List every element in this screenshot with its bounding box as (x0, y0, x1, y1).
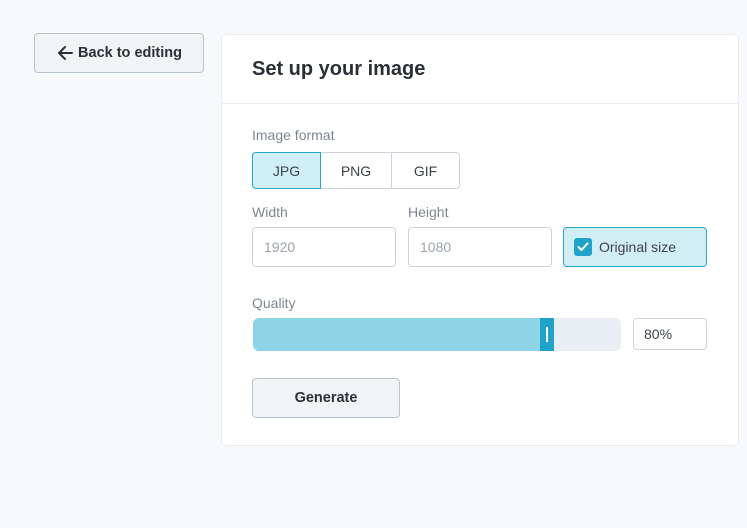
quality-slider[interactable] (253, 318, 621, 351)
format-option-jpg[interactable]: JPG (252, 152, 321, 189)
image-format-selector: JPG PNG GIF (252, 152, 460, 189)
width-input[interactable]: 1920 (252, 227, 396, 267)
format-option-png[interactable]: PNG (320, 152, 392, 189)
original-size-toggle[interactable]: Original size (563, 227, 707, 267)
width-label: Width (252, 204, 288, 220)
height-input[interactable]: 1080 (408, 227, 552, 267)
setup-panel: Set up your image Image format JPG PNG G… (221, 34, 739, 446)
image-format-label: Image format (252, 127, 335, 143)
quality-label: Quality (252, 295, 296, 311)
check-icon[interactable] (574, 238, 592, 256)
panel-title: Set up your image (252, 57, 426, 80)
height-label: Height (408, 204, 449, 220)
quality-slider-thumb[interactable] (540, 318, 555, 351)
format-option-gif[interactable]: GIF (391, 152, 460, 189)
arrow-left-icon (56, 44, 74, 62)
original-size-label: Original size (599, 239, 677, 255)
generate-button[interactable]: Generate (252, 378, 400, 418)
back-to-editing-label: Back to editing (78, 45, 182, 61)
panel-header: Set up your image (222, 35, 738, 104)
back-to-editing-button[interactable]: Back to editing (34, 33, 204, 73)
quality-slider-fill (253, 318, 548, 351)
quality-value-input[interactable]: 80% (633, 318, 707, 350)
